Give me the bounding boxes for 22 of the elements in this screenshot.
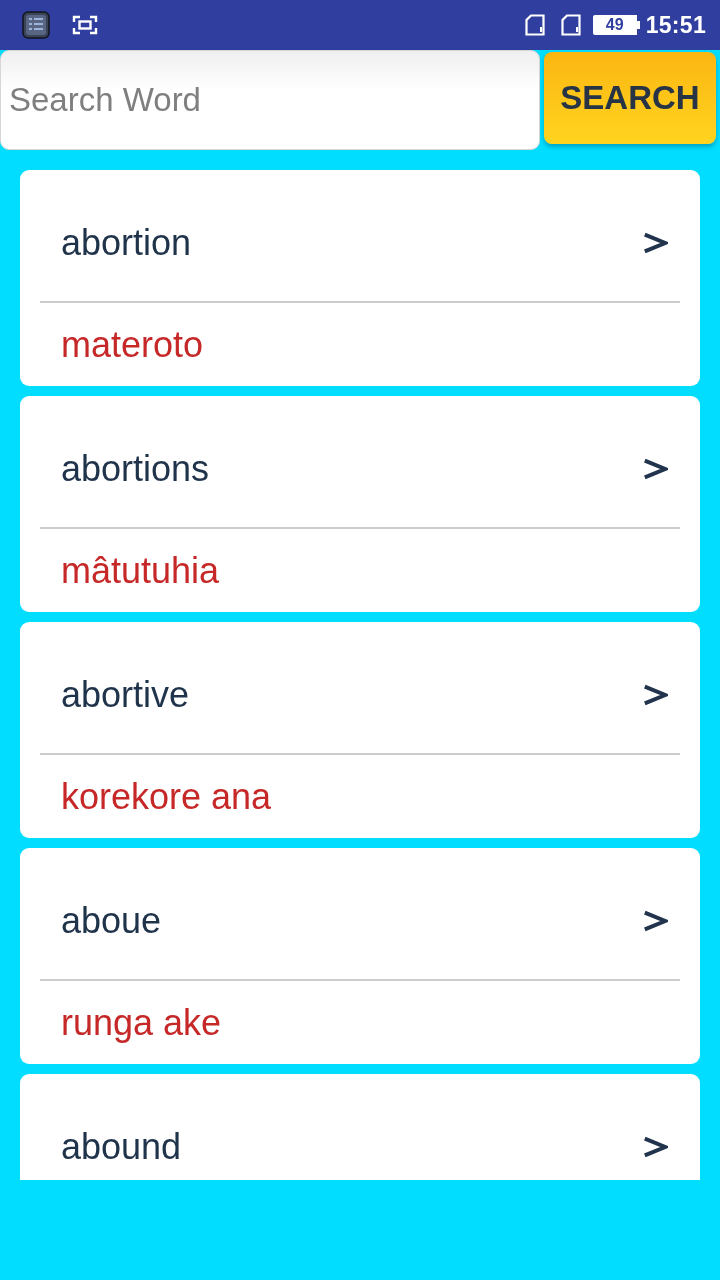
word-card[interactable]: abortions mâtutuhia <box>20 396 700 612</box>
word-card[interactable]: aboue runga ake <box>20 848 700 1064</box>
english-word: abortive <box>61 673 190 716</box>
english-word: abound <box>61 1125 182 1168</box>
search-field[interactable]: Search Word <box>0 50 540 150</box>
word-card[interactable]: abortion materoto <box>20 170 700 386</box>
maori-translation: materoto <box>61 323 204 366</box>
search-button[interactable]: SEARCH <box>544 52 716 144</box>
maori-translation: korekore ana <box>61 775 272 818</box>
maori-translation: mâtutuhia <box>61 549 220 592</box>
english-word: abortions <box>61 447 210 490</box>
battery-indicator: 49 <box>592 15 640 35</box>
list-app-icon[interactable] <box>22 11 50 39</box>
word-card[interactable]: abound <box>20 1074 700 1180</box>
screenshot-icon[interactable] <box>72 14 98 36</box>
sim-card-icon <box>560 14 581 36</box>
status-time: 15:51 <box>645 11 706 39</box>
sim-card-icon <box>524 14 545 36</box>
word-card[interactable]: abortive korekore ana <box>20 622 700 838</box>
english-word: abortion <box>61 221 192 264</box>
maori-translation: runga ake <box>61 1001 222 1044</box>
english-word: aboue <box>61 899 162 942</box>
